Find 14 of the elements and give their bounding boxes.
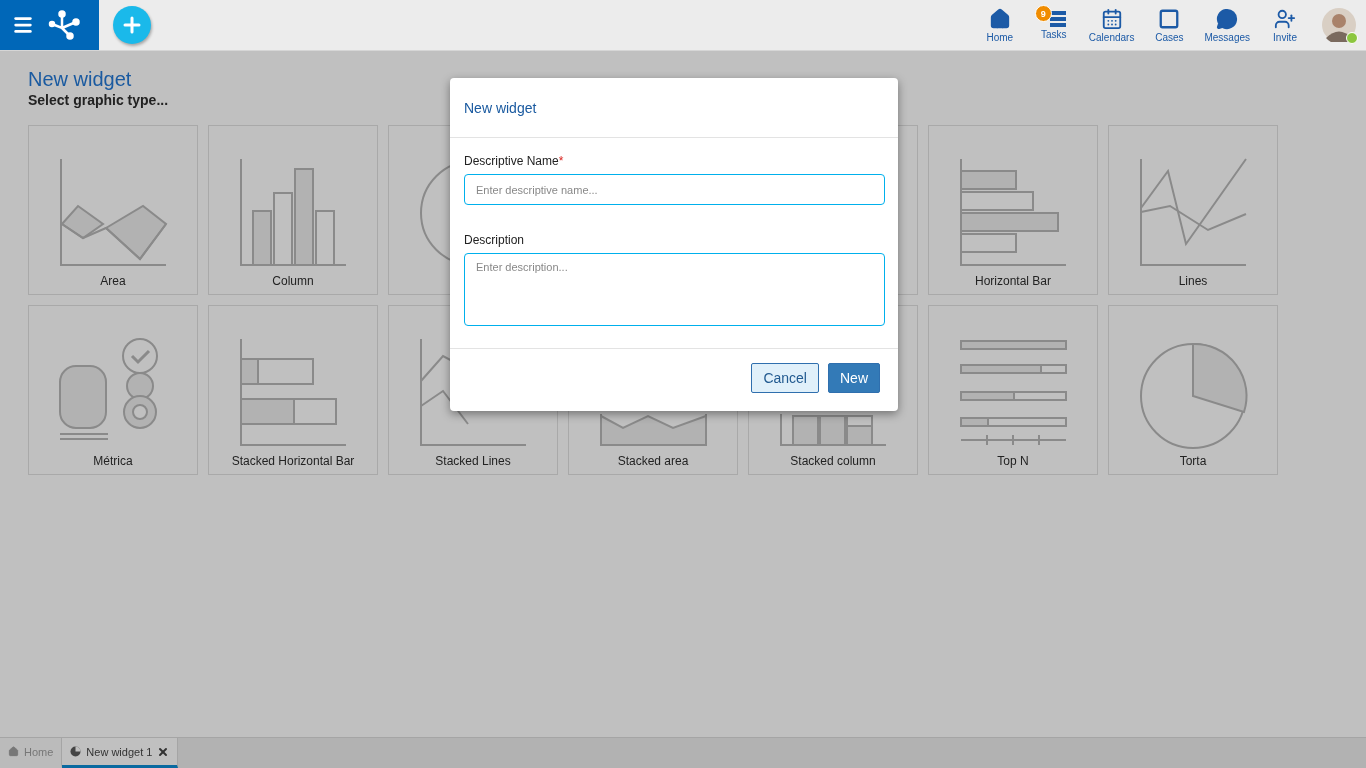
field-label: Descriptive Name* bbox=[464, 154, 565, 168]
nav-label: Tasks bbox=[1041, 28, 1067, 40]
tab-label: Home bbox=[24, 745, 54, 758]
required-mark: * bbox=[558, 154, 564, 168]
field-label: Description bbox=[464, 233, 526, 247]
page-title: New widget bbox=[28, 67, 133, 91]
nav-label: Invite bbox=[1273, 31, 1297, 43]
nav-label: Home bbox=[986, 31, 1014, 43]
nav-label: Calendars bbox=[1088, 31, 1135, 43]
count-badge: 9 bbox=[1034, 5, 1052, 22]
tab-label: New widget 1 bbox=[86, 745, 153, 758]
dialog-title: New widget bbox=[464, 99, 537, 116]
nav-label: Messages bbox=[1204, 31, 1250, 43]
nav-label: Cases bbox=[1155, 31, 1184, 43]
